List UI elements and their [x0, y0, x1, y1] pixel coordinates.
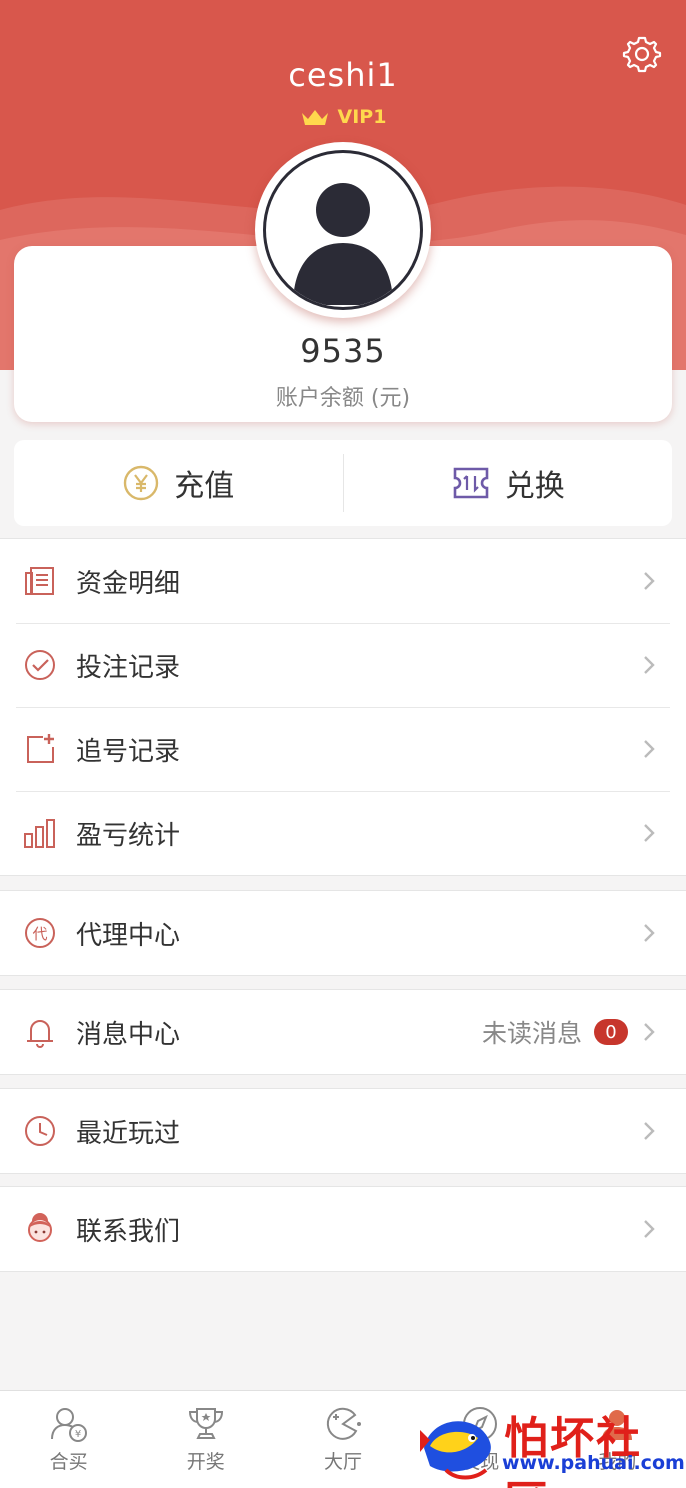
vip-level: VIP1 — [337, 106, 387, 128]
avatar-person-icon — [293, 183, 393, 305]
tab-label: 大厅 — [324, 1451, 363, 1473]
action-bar: 充值 兑换 — [14, 440, 672, 526]
menu-item-label: 追号记录 — [76, 736, 181, 767]
crown-icon — [301, 110, 328, 125]
menu-item-label: 盈亏统计 — [76, 820, 181, 851]
menu-item-label: 资金明细 — [76, 568, 181, 599]
tab-lobby[interactable]: 大厅 — [274, 1391, 411, 1488]
menu-item-message-center[interactable]: 消息中心 未读消息 0 — [0, 990, 686, 1074]
chevron-right-icon — [644, 740, 655, 758]
menu-item-label: 投注记录 — [76, 652, 181, 683]
menu-item-label: 联系我们 — [76, 1216, 181, 1247]
agent-icon: 代 — [22, 915, 58, 951]
unread-messages-label: 未读消息 — [481, 1019, 582, 1048]
fish-logo-icon — [420, 1421, 491, 1480]
chevron-right-icon — [644, 824, 655, 842]
watermark-url: www.pahuai.com — [502, 1452, 685, 1474]
recharge-label: 充值 — [174, 469, 235, 504]
clock-icon — [22, 1113, 58, 1149]
document-list-icon — [22, 563, 58, 599]
yen-coin-icon — [124, 465, 159, 501]
menu-item-recently-played[interactable]: 最近玩过 — [0, 1089, 686, 1173]
unread-count-badge: 0 — [594, 1019, 628, 1045]
chevron-right-icon — [644, 1023, 655, 1041]
tab-group-buy[interactable]: ¥ 合买 — [0, 1391, 137, 1488]
watermark-logo: 怕坏社区 www.pahuai.com — [416, 1400, 686, 1488]
chevron-right-icon — [644, 1220, 655, 1238]
group-buy-icon: ¥ — [50, 1408, 87, 1442]
menu-group-messages: 消息中心 未读消息 0 — [0, 989, 686, 1075]
exchange-label: 兑换 — [504, 469, 565, 504]
chevron-right-icon — [644, 1122, 655, 1140]
add-square-icon — [22, 731, 58, 767]
balance-amount: 9535 — [300, 332, 386, 370]
tab-lottery-results[interactable]: 开奖 — [137, 1391, 274, 1488]
menu-item-label: 代理中心 — [76, 920, 181, 951]
bar-chart-icon — [22, 815, 58, 851]
svg-text:代: 代 — [32, 925, 47, 943]
menu-group-records: 资金明细 投注记录 追号记录 盈亏统计 — [0, 538, 686, 876]
bell-icon — [22, 1014, 58, 1050]
recharge-button[interactable]: 充值 — [14, 440, 343, 526]
svg-text:¥: ¥ — [74, 1429, 80, 1440]
tab-label: 合买 — [49, 1451, 88, 1473]
chevron-right-icon — [644, 572, 655, 590]
menu-item-profit-stats[interactable]: 盈亏统计 — [0, 791, 686, 875]
chevron-right-icon — [644, 656, 655, 674]
menu-item-label: 最近玩过 — [76, 1118, 181, 1149]
username: ceshi1 — [288, 56, 398, 94]
check-circle-icon — [22, 647, 58, 683]
menu-group-contact: 联系我们 — [0, 1186, 686, 1272]
vip-badge: VIP1 — [0, 106, 686, 128]
menu-item-bet-records[interactable]: 投注记录 — [0, 623, 686, 707]
chevron-right-icon — [644, 924, 655, 942]
customer-service-icon — [22, 1211, 58, 1247]
menu-item-agent-center[interactable]: 代 代理中心 — [0, 891, 686, 975]
exchange-ticket-icon — [453, 467, 489, 499]
menu-item-chase-records[interactable]: 追号记录 — [0, 707, 686, 791]
trophy-icon — [188, 1408, 223, 1439]
menu-group-recent: 最近玩过 — [0, 1088, 686, 1174]
watermark-text: 怕坏社区 — [504, 1413, 642, 1488]
avatar[interactable] — [255, 142, 431, 318]
menu-item-fund-details[interactable]: 资金明细 — [0, 539, 686, 623]
exchange-button[interactable]: 兑换 — [344, 440, 673, 526]
menu-item-label: 消息中心 — [76, 1019, 181, 1050]
balance-label: 账户余额 (元) — [275, 386, 411, 411]
lobby-icon — [326, 1407, 361, 1440]
menu-item-contact-us[interactable]: 联系我们 — [0, 1187, 686, 1271]
tab-label: 开奖 — [186, 1451, 225, 1473]
menu-group-agent: 代 代理中心 — [0, 890, 686, 976]
